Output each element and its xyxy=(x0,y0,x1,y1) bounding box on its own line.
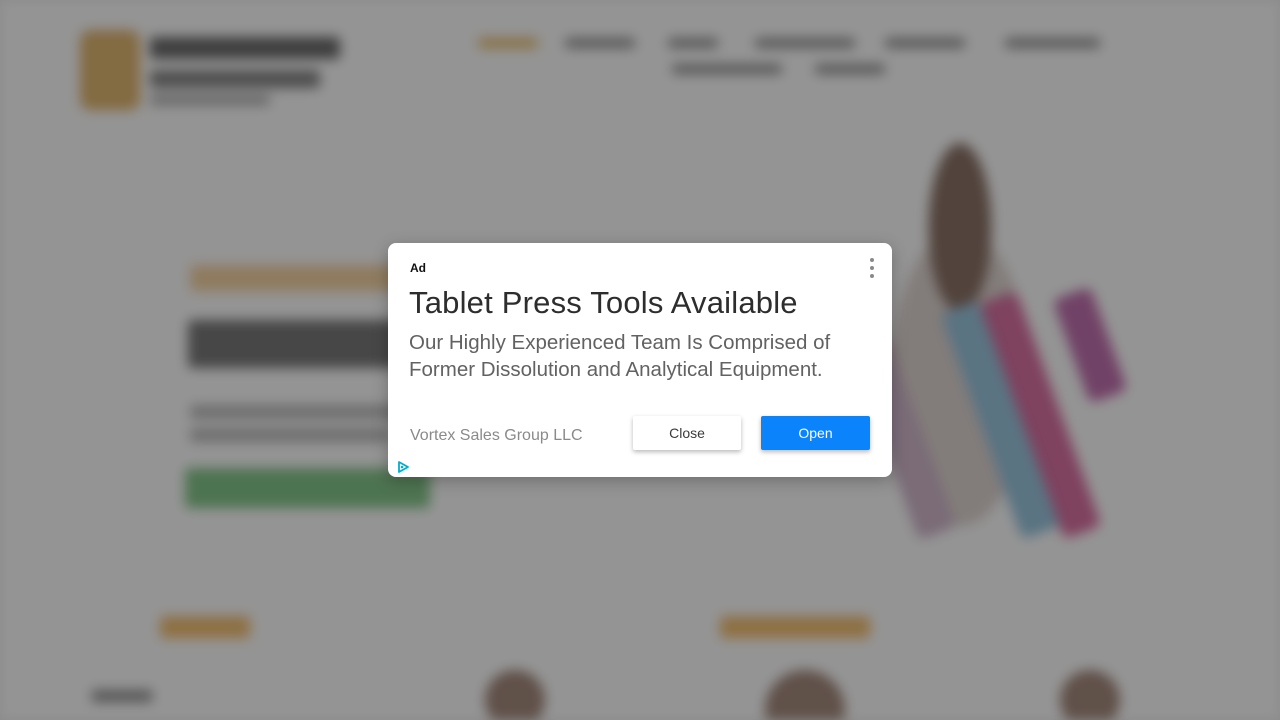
adchoices-icon[interactable] xyxy=(396,460,410,474)
ad-body-text[interactable]: Our Highly Experienced Team Is Comprised… xyxy=(409,329,879,383)
close-button[interactable]: Close xyxy=(633,416,741,450)
ad-dialog: Ad Tablet Press Tools Available Our High… xyxy=(388,243,892,477)
ad-label: Ad xyxy=(410,261,426,275)
more-vert-icon[interactable] xyxy=(866,258,878,278)
ad-advertiser[interactable]: Vortex Sales Group LLC xyxy=(410,427,583,445)
ad-headline[interactable]: Tablet Press Tools Available xyxy=(409,285,879,321)
open-button[interactable]: Open xyxy=(761,416,870,450)
